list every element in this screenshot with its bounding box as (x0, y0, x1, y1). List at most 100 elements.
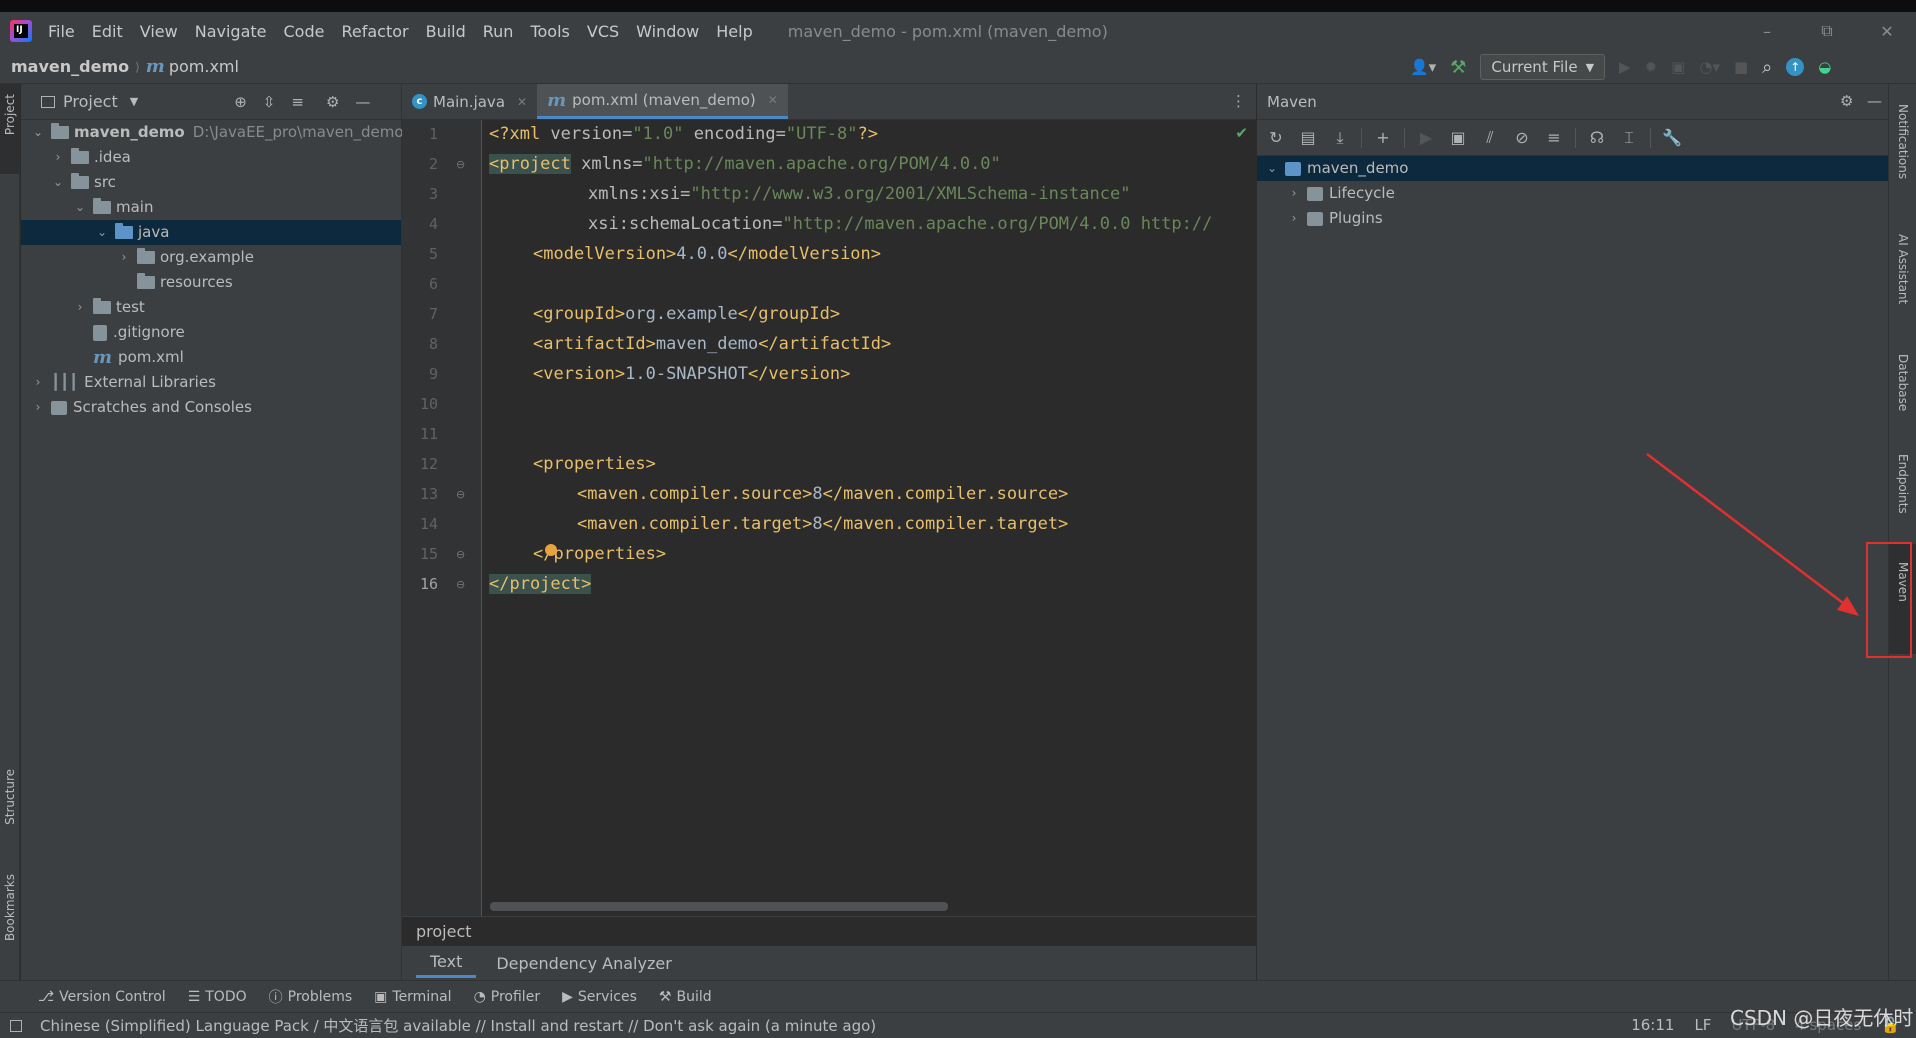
status-toggle-icon[interactable] (10, 1019, 22, 1032)
download-icon[interactable]: ⤓ (1329, 127, 1351, 149)
intention-bulb-icon[interactable] (545, 544, 557, 556)
run-config-selector[interactable]: Current File ▼ (1480, 54, 1606, 80)
expand-all-icon[interactable]: ⇳ (263, 93, 276, 111)
tree-item-java[interactable]: ⌄ java (21, 220, 401, 245)
breadcrumb-project[interactable]: maven_demo (11, 57, 129, 76)
tool-terminal[interactable]: ▣ Terminal (374, 989, 451, 1005)
tab-main-java[interactable]: c Main.java ✕ (402, 84, 537, 119)
tool-tab-endpoints[interactable]: Endpoints (1896, 454, 1910, 514)
chevron-down-icon[interactable]: ▼ (130, 95, 138, 108)
close-icon[interactable]: ✕ (1864, 12, 1910, 50)
close-tab-icon[interactable]: ✕ (768, 93, 778, 107)
project-panel-title[interactable]: Project (63, 92, 118, 111)
tab-text[interactable]: Text (416, 948, 477, 978)
tool-tab-bookmarks[interactable]: Bookmarks (3, 874, 17, 941)
libraries-icon: ┃┃┃ (51, 373, 79, 391)
menu-edit[interactable]: Edit (92, 22, 123, 41)
breadcrumb-file[interactable]: pom.xml (169, 57, 239, 76)
menu-file[interactable]: File (48, 22, 75, 41)
tool-tab-structure[interactable]: Structure (3, 769, 17, 825)
menu-view[interactable]: View (140, 22, 178, 41)
intellij-logo-icon[interactable]: IJ (10, 20, 32, 42)
execute-goal-icon[interactable]: ▣ (1447, 127, 1469, 149)
maven-tree-root[interactable]: ⌄ maven_demo (1257, 156, 1888, 181)
tool-tab-project[interactable]: Project (3, 94, 17, 135)
stop-icon[interactable]: ■ (1734, 58, 1748, 76)
tree-item-resources[interactable]: resources (117, 270, 233, 295)
tree-item-external-libraries[interactable]: › ┃┃┃ External Libraries (31, 370, 216, 395)
horizontal-scrollbar[interactable] (490, 902, 948, 911)
restore-icon[interactable]: ⧉ (1804, 12, 1850, 50)
gear-icon[interactable]: ⚙ (326, 93, 339, 111)
tab-pom-xml[interactable]: m pom.xml (maven_demo) ✕ (537, 84, 788, 119)
caret-position[interactable]: 16:11 (1631, 1016, 1674, 1034)
coverage-icon[interactable]: ▣ (1671, 58, 1685, 76)
build-hammer-icon[interactable]: ⚒ (1450, 57, 1466, 78)
collapse-all-icon[interactable]: ≡ (291, 93, 304, 111)
skip-tests-icon[interactable]: ⊘ (1511, 127, 1533, 149)
tree-item-test[interactable]: › test (73, 295, 145, 320)
code-editor[interactable]: <?xml version="1.0" encoding="UTF-8"?> <… (483, 120, 1256, 916)
show-dependencies-icon[interactable]: ☊ (1586, 127, 1608, 149)
tool-version-control[interactable]: ⎇ Version Control (38, 989, 166, 1005)
menu-code[interactable]: Code (284, 22, 325, 41)
tool-tab-ai-assistant[interactable]: AI Assistant (1896, 234, 1910, 304)
update-icon[interactable]: ↑ (1786, 58, 1805, 76)
tree-item-pom[interactable]: m pom.xml (73, 345, 184, 370)
analyze-icon[interactable]: ⌶ (1618, 127, 1640, 149)
tree-item-main[interactable]: ⌄ main (73, 195, 153, 220)
tree-item-scratches[interactable]: › Scratches and Consoles (31, 395, 252, 420)
more-tabs-icon[interactable]: ⋮ (1231, 92, 1246, 110)
settings-wrench-icon[interactable]: 🔧 (1661, 127, 1683, 149)
user-icon[interactable]: 👤▾ (1410, 58, 1436, 76)
tool-problems[interactable]: ⓘ Problems (269, 987, 353, 1007)
tree-item-src[interactable]: ⌄ src (51, 170, 116, 195)
tool-build[interactable]: ⚒ Build (659, 989, 712, 1005)
editor-breadcrumb-project[interactable]: project (416, 922, 472, 941)
tool-profiler[interactable]: ◔ Profiler (474, 989, 541, 1005)
tool-tab-notifications[interactable]: Notifications (1896, 104, 1910, 179)
tool-tab-database[interactable]: Database (1896, 354, 1910, 411)
profile-icon[interactable]: ◔▾ (1699, 58, 1720, 76)
tree-item-idea[interactable]: › .idea (51, 145, 131, 170)
tree-item-root[interactable]: ⌄ maven_demo D:\JavaEE_pro\maven_demo (31, 120, 404, 145)
collapse-all-icon[interactable]: ≡ (1543, 127, 1565, 149)
inspection-ok-icon[interactable]: ✔ (1235, 124, 1248, 142)
fold-icon[interactable]: ⊖ (456, 578, 465, 591)
menu-run[interactable]: Run (483, 22, 514, 41)
menu-tools[interactable]: Tools (530, 22, 569, 41)
menu-refactor[interactable]: Refactor (341, 22, 408, 41)
tree-item-org-example[interactable]: › org.example (117, 245, 254, 270)
run-icon[interactable]: ▶ (1619, 58, 1631, 76)
fold-icon[interactable]: ⊖ (456, 488, 465, 501)
search-icon[interactable]: ⌕ (1762, 57, 1772, 78)
locate-icon[interactable]: ⊕ (234, 93, 247, 111)
menu-navigate[interactable]: Navigate (195, 22, 267, 41)
hide-icon[interactable]: — (1867, 92, 1882, 110)
fold-icon[interactable]: ⊖ (456, 548, 465, 561)
menu-vcs[interactable]: VCS (587, 22, 619, 41)
tool-todo[interactable]: ☰ TODO (188, 989, 247, 1005)
tab-dependency-analyzer[interactable]: Dependency Analyzer (482, 950, 685, 977)
generate-sources-icon[interactable]: ▤ (1297, 127, 1319, 149)
menu-help[interactable]: Help (716, 22, 752, 41)
status-message[interactable]: Chinese (Simplified) Language Pack / 中文语… (40, 1015, 876, 1036)
line-separator[interactable]: LF (1694, 1016, 1711, 1034)
tree-item-gitignore[interactable]: .gitignore (73, 320, 185, 345)
fold-icon[interactable]: ⊖ (456, 158, 465, 171)
hide-icon[interactable]: — (355, 93, 370, 111)
menu-build[interactable]: Build (426, 22, 466, 41)
toggle-offline-icon[interactable]: ⫽ (1479, 127, 1501, 149)
maven-tree-plugins[interactable]: › Plugins (1287, 206, 1383, 231)
maven-tree-lifecycle[interactable]: › Lifecycle (1287, 181, 1395, 206)
tool-services[interactable]: ▶ Services (562, 989, 637, 1005)
menu-window[interactable]: Window (636, 22, 699, 41)
run-icon[interactable]: ▶ (1415, 127, 1437, 149)
reload-icon[interactable]: ↻ (1265, 127, 1287, 149)
minimize-icon[interactable]: – (1744, 12, 1790, 50)
debug-icon[interactable]: ✹ (1645, 58, 1658, 76)
ide-services-icon[interactable]: ◒ (1818, 58, 1831, 76)
add-icon[interactable]: + (1372, 127, 1394, 149)
gear-icon[interactable]: ⚙ (1840, 92, 1853, 110)
close-tab-icon[interactable]: ✕ (517, 95, 527, 109)
